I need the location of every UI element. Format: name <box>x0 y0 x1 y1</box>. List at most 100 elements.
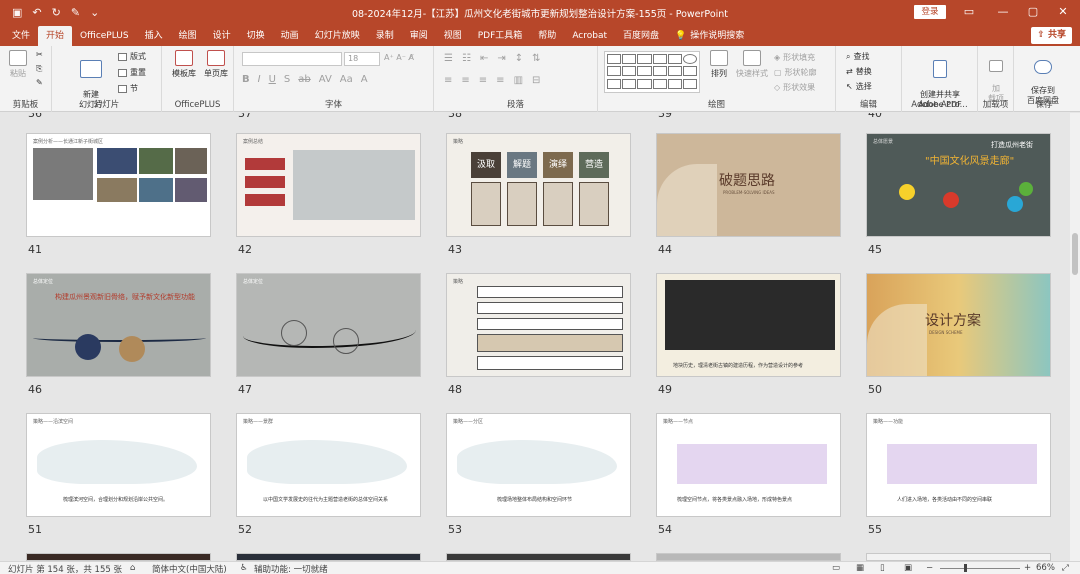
grow-font-icon[interactable]: A⁺ A⁻ A̸ <box>384 53 414 62</box>
single-page-library-button[interactable]: 单页库 <box>202 50 230 79</box>
justify-icon[interactable]: ≡ <box>496 75 504 86</box>
tab-pdf-toolbox[interactable]: PDF工具箱 <box>470 26 531 46</box>
slide-thumbnail[interactable] <box>446 553 631 561</box>
copy-icon[interactable]: ⎘ <box>36 64 42 74</box>
save-icon[interactable]: ▣ <box>12 6 22 19</box>
line-spacing-icon[interactable]: ↕ <box>515 53 523 64</box>
tab-review[interactable]: 审阅 <box>402 26 436 46</box>
arrange-button[interactable]: 排列 <box>706 50 732 79</box>
zoom-slider-thumb[interactable] <box>964 564 967 572</box>
format-painter-button-icon[interactable]: ✎ <box>36 78 43 87</box>
scrollbar-thumb[interactable] <box>1072 233 1078 275</box>
tab-officeplus[interactable]: OfficePLUS <box>72 26 137 46</box>
tab-slideshow[interactable]: 幻灯片放映 <box>307 26 368 46</box>
align-text-icon[interactable]: ⊟ <box>532 75 540 86</box>
undo-icon[interactable]: ↶ <box>32 6 41 19</box>
addins-button[interactable]: 加 载项 <box>982 50 1010 104</box>
reset-button[interactable]: 重置 <box>118 67 146 78</box>
italic-icon[interactable]: I <box>258 74 261 85</box>
slide-thumbnail[interactable]: 策略——分区 梳理场地整体布局结构和空间环节 <box>446 413 631 517</box>
tab-home[interactable]: 开始 <box>38 26 73 46</box>
align-right-icon[interactable]: ≡ <box>479 75 487 86</box>
reading-view-icon[interactable]: ▯ <box>880 563 885 573</box>
align-center-icon[interactable]: ≡ <box>461 75 469 86</box>
accessibility-status[interactable]: 辅助功能: 一切就绪 <box>254 563 328 574</box>
zoom-level[interactable]: 66% <box>1036 563 1055 573</box>
customize-qat-icon[interactable]: ⌄ <box>90 6 99 19</box>
tab-transitions[interactable]: 切换 <box>239 26 273 46</box>
decrease-indent-icon[interactable]: ⇤ <box>480 53 488 64</box>
replace-button[interactable]: ⇄ 替换 <box>846 66 872 77</box>
tab-draw[interactable]: 绘图 <box>171 26 205 46</box>
slide-thumbnail[interactable] <box>656 553 841 561</box>
slide-thumbnail[interactable]: 总体定位 构建瓜州景观新旧骨络，赋予新文化新型功能 <box>26 273 211 377</box>
tab-help[interactable]: 帮助 <box>530 26 564 46</box>
tab-acrobat[interactable]: Acrobat <box>564 26 615 46</box>
slide-thumbnail[interactable]: 设计方案 DESIGN SCHEME <box>866 273 1051 377</box>
normal-view-icon[interactable]: ▭ <box>832 563 840 573</box>
slide-sorter-view-icon[interactable]: ▦ <box>856 563 864 573</box>
tab-animations[interactable]: 动画 <box>273 26 307 46</box>
underline-icon[interactable]: U <box>269 74 276 85</box>
shape-outline-button[interactable]: ▢ 形状轮廓 <box>774 67 817 78</box>
tab-baidu-netdisk[interactable]: 百度网盘 <box>615 26 667 46</box>
template-library-button[interactable]: 模板库 <box>170 50 198 79</box>
quick-styles-button[interactable]: 快速样式 <box>734 50 770 79</box>
paste-button[interactable]: 粘贴 <box>6 50 30 79</box>
slide-thumbnail[interactable] <box>866 553 1051 561</box>
slide-thumbnail[interactable]: 案例总结 <box>236 133 421 237</box>
select-button[interactable]: ↖ 选择 <box>846 81 872 92</box>
slide-thumbnail[interactable] <box>236 553 421 561</box>
strikethrough-icon[interactable]: ab <box>298 74 310 85</box>
slide-thumbnail[interactable]: 总体定位 <box>236 273 421 377</box>
tab-record[interactable]: 录制 <box>368 26 402 46</box>
slide-thumbnail[interactable]: 案例分析——长通江新子街城区 <box>26 133 211 237</box>
slideshow-view-icon[interactable]: ▣ <box>904 563 912 573</box>
fit-to-window-icon[interactable]: ⤢ <box>1062 563 1069 573</box>
case-icon[interactable]: Aa <box>340 74 353 85</box>
increase-indent-icon[interactable]: ⇥ <box>497 53 505 64</box>
maximize-icon[interactable]: ▢ <box>1016 0 1050 24</box>
tab-file[interactable]: 文件 <box>4 26 38 46</box>
slide-thumbnail[interactable]: 策略——沿滨空间 梳理滨河空间，合理划分和规划沿岸公共空间。 <box>26 413 211 517</box>
format-painter-icon[interactable]: ✎ <box>71 6 80 19</box>
language[interactable]: 简体中文(中国大陆) <box>152 563 227 574</box>
slide-thumbnail[interactable]: 地块历史，理清老街古镇的建造历程，作为营造设计的参考 <box>656 273 841 377</box>
text-direction-icon[interactable]: ⇅ <box>532 53 540 64</box>
shapes-gallery[interactable] <box>604 51 700 93</box>
columns-icon[interactable]: ▥ <box>514 75 523 86</box>
slide-thumbnail[interactable]: 策略 汲取 解题 演绎 营造 <box>446 133 631 237</box>
slide-thumbnail[interactable] <box>26 553 211 561</box>
zoom-in-icon[interactable]: + <box>1024 563 1031 573</box>
slide-thumbnail[interactable]: 策略——景群 以中国文学发展史的往代为主题营造老街的总体空间关系 <box>236 413 421 517</box>
bold-icon[interactable]: B <box>242 74 250 85</box>
bullets-icon[interactable]: ☰ <box>444 53 453 64</box>
shape-fill-button[interactable]: ◈ 形状填充 <box>774 52 815 63</box>
find-button[interactable]: ⌕ 查找 <box>846 51 869 62</box>
zoom-slider[interactable] <box>940 568 1020 569</box>
minimize-icon[interactable]: — <box>986 0 1020 24</box>
redo-icon[interactable]: ↻ <box>52 6 61 19</box>
tell-me-search[interactable]: 💡 操作说明搜索 <box>667 26 752 46</box>
font-size-input[interactable]: 18 <box>344 52 380 66</box>
font-name-input[interactable] <box>242 52 342 66</box>
font-color-icon[interactable]: A <box>361 74 368 85</box>
slide-thumbnail[interactable]: 策略——节点 梳理空间节点，将各类景点融入场地，形成特色景点 <box>656 413 841 517</box>
layout-button[interactable]: 版式 <box>118 51 146 62</box>
tab-view[interactable]: 视图 <box>436 26 470 46</box>
tab-insert[interactable]: 插入 <box>137 26 171 46</box>
numbering-icon[interactable]: ☷ <box>462 53 471 64</box>
shape-effects-button[interactable]: ◇ 形状效果 <box>774 82 815 93</box>
slide-thumbnail[interactable]: 破题思路 PROBLEM-SOLVING IDEAS <box>656 133 841 237</box>
ribbon-display-options-icon[interactable]: ▭ <box>952 0 986 24</box>
share-button[interactable]: ⇪ 共享 <box>1031 27 1072 44</box>
vertical-scrollbar[interactable] <box>1070 113 1080 561</box>
align-left-icon[interactable]: ≡ <box>444 75 452 86</box>
shadow-icon[interactable]: S <box>284 74 290 85</box>
spacing-icon[interactable]: AV <box>319 74 332 85</box>
slide-thumbnail[interactable]: 策略——功能 人们进入场地，各类活动由不同的空间串联 <box>866 413 1051 517</box>
login-button[interactable]: 登录 <box>914 5 946 19</box>
close-icon[interactable]: ✕ <box>1046 0 1080 24</box>
slide-thumbnail[interactable]: 策略 <box>446 273 631 377</box>
tab-design[interactable]: 设计 <box>205 26 239 46</box>
